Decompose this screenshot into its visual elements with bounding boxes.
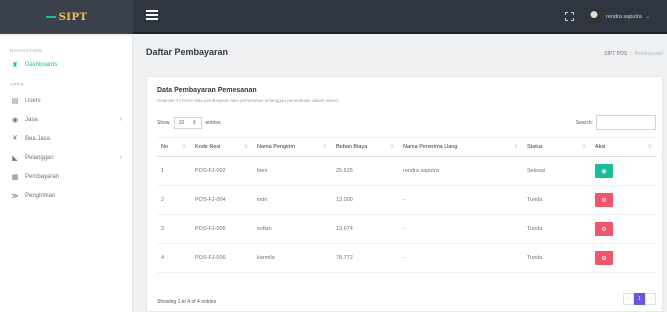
pagination-page-1[interactable]: 1 (634, 293, 645, 305)
table-header-row: No ⇅ Kode Resi ⇅ Nama Pengirim ⇅ Beban Biay… (157, 137, 657, 157)
sidebar-item-bea-jasa[interactable]: ¥ Bea Jasa (0, 129, 132, 148)
sidebar: NAVIGATION ♜ Dashboards APPS ▤ Users ◉ J… (0, 36, 133, 312)
sort-icon: ⇅ (389, 144, 394, 150)
sort-icon: ⇅ (647, 144, 652, 150)
view-button[interactable]: ◉ (595, 164, 613, 178)
gear-icon: ⚙ (601, 226, 607, 233)
briefcase-icon: ◉ (11, 116, 19, 124)
settings-button[interactable]: ⚙ (595, 251, 613, 265)
table-row: 4 POS-FJ-006 karmila 78,772 - Tunda ⚙ (157, 243, 657, 273)
gear-icon: ⚙ (601, 197, 607, 204)
sidebar-item-dashboards[interactable]: ♜ Dashboards (0, 55, 132, 74)
chevron-down-icon: ⌄ (645, 14, 650, 20)
brand-name: SIPT (58, 11, 88, 23)
yen-icon: ¥ (13, 135, 17, 142)
settings-button[interactable]: ⚙ (595, 222, 613, 236)
breadcrumb: SIPT POS / Pembayaran (604, 51, 663, 57)
user-name: rendra saputra (606, 14, 642, 20)
breadcrumb-current: Pembayaran (634, 51, 663, 57)
home-icon: ♜ (11, 61, 19, 69)
search-label: Search: (575, 119, 593, 126)
nav-heading-navigation: NAVIGATION (10, 48, 43, 53)
col-header-status[interactable]: Status ⇅ (523, 137, 591, 157)
gear-icon: ⚙ (601, 255, 607, 262)
col-header-aksi[interactable]: Aksi ⇅ (591, 137, 657, 157)
nav-heading-apps: APPS (10, 82, 25, 87)
sidebar-item-pengiriman[interactable]: ≫ Pengiriman (0, 186, 132, 205)
settings-button[interactable]: ⚙ (595, 193, 613, 207)
entries-select[interactable]: 10 ⇕ (173, 117, 202, 129)
card-title: Data Pembayaran Pemesanan (157, 87, 257, 94)
chevron-right-icon: › (119, 116, 122, 123)
table-info: Showing 1 to 4 of 4 entries (157, 299, 217, 305)
table-row: 3 POS-FJ-005 sofian 13,674 - Tunda ⚙ (157, 214, 657, 244)
table-row: 2 POS-FJ-004 indri 13,000 - Tunda ⚙ (157, 185, 657, 215)
chevron-right-icon: › (119, 154, 122, 161)
send-icon: ≫ (11, 192, 19, 200)
table-row: 1 POS-FJ-002 beni 25,625 rendra saputra … (157, 156, 657, 186)
user-menu[interactable]: rendra saputra ⌄ (586, 9, 650, 25)
col-header-nama-penerima[interactable]: Nama Penerima Uang ⇅ (399, 137, 523, 157)
pagination: ‹ 1 › (623, 293, 656, 305)
col-header-beban-biaya[interactable]: Beban Biaya ⇅ (332, 137, 399, 157)
sort-icon: ⇅ (243, 144, 248, 150)
col-header-nama-pengirim[interactable]: Nama Pengirim ⇅ (253, 137, 332, 157)
fullscreen-icon[interactable] (565, 12, 574, 21)
sidebar-item-pembayaran[interactable]: ▦ Pembayaran (0, 167, 132, 186)
payments-table: No ⇅ Kode Resi ⇅ Nama Pengirim ⇅ Beban Biay… (157, 137, 657, 273)
col-header-no[interactable]: No ⇅ (157, 137, 191, 157)
sort-icon: ⇅ (322, 144, 327, 150)
sort-icon: ⇕ (192, 120, 197, 126)
avatar (586, 9, 602, 25)
sidebar-item-users[interactable]: ▤ Users (0, 91, 132, 110)
sort-icon: ⇅ (181, 144, 186, 150)
breadcrumb-root[interactable]: SIPT POS (604, 51, 627, 57)
pagination-prev[interactable]: ‹ (623, 293, 634, 305)
topbar: SIPT rendra saputra ⌄ (0, 0, 667, 34)
menu-toggle-icon[interactable] (146, 10, 158, 20)
sort-icon: ⇅ (513, 144, 518, 150)
brand-logo[interactable]: SIPT (0, 0, 133, 34)
sidebar-item-pelanggan[interactable]: ◣ Pelanggan › (0, 148, 132, 167)
payment-card: Data Pembayaran Pemesanan Halaman ini be… (146, 76, 663, 312)
pagination-next[interactable]: › (645, 293, 656, 305)
chart-icon: ◣ (12, 154, 18, 162)
search-control: Search: (576, 115, 656, 130)
users-icon: ▤ (11, 97, 19, 105)
sidebar-item-jasa[interactable]: ◉ Jasa › (0, 110, 132, 129)
page-title: Daftar Pembayaran (146, 47, 229, 57)
length-control: Show 10 ⇕ entries (157, 117, 221, 129)
col-header-kode-resi[interactable]: Kode Resi ⇅ (191, 137, 253, 157)
sort-icon: ⇅ (581, 144, 586, 150)
search-input[interactable] (596, 115, 656, 130)
main-content: Daftar Pembayaran SIPT POS / Pembayaran Da… (133, 36, 667, 312)
eye-icon: ◉ (601, 168, 607, 175)
building-icon: ▦ (11, 173, 19, 181)
card-subtitle: Halaman ini berisi data pembayaran atas … (157, 98, 339, 103)
